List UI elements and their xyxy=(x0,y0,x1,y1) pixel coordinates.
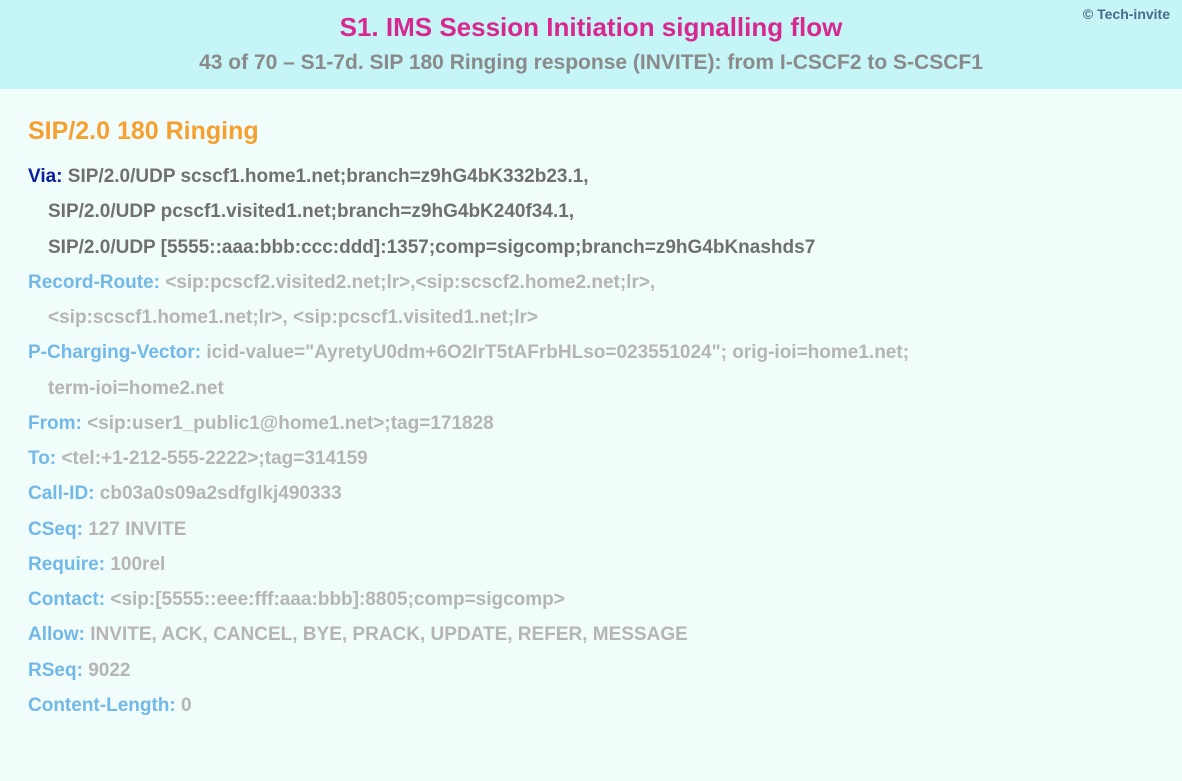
cseq-value: 127 INVITE xyxy=(88,519,186,540)
from-header: From: <sip:user1_public1@home1.net>;tag=… xyxy=(28,407,1154,440)
via-cont-2: SIP/2.0/UDP [5555::aaa:bbb:ccc:ddd]:1357… xyxy=(28,231,1154,264)
call-id-value: cb03a0s09a2sdfglkj490333 xyxy=(100,483,342,504)
rseq-value: 9022 xyxy=(88,660,130,681)
p-charging-vector-value-2: term-ioi=home2.net xyxy=(48,378,224,399)
require-header: Require: 100rel xyxy=(28,548,1154,581)
from-value: <sip:user1_public1@home1.net>;tag=171828 xyxy=(87,413,494,434)
allow-label: Allow: xyxy=(28,624,85,645)
allow-value: INVITE, ACK, CANCEL, BYE, PRACK, UPDATE,… xyxy=(90,624,688,645)
header-banner: S1. IMS Session Initiation signalling fl… xyxy=(0,0,1182,89)
record-route-header: Record-Route: <sip:pcscf2.visited2.net;l… xyxy=(28,266,1154,299)
record-route-value-2: <sip:scscf1.home1.net;lr>, <sip:pcscf1.v… xyxy=(48,307,538,328)
sip-message-content: SIP/2.0 180 Ringing Via: SIP/2.0/UDP scs… xyxy=(0,89,1182,744)
p-charging-vector-header: P-Charging-Vector: icid-value="AyretyU0d… xyxy=(28,336,1154,369)
contact-value: <sip:[5555::eee:fff:aaa:bbb]:8805;comp=s… xyxy=(110,589,565,610)
page-title: S1. IMS Session Initiation signalling fl… xyxy=(0,12,1182,43)
via-label: Via: xyxy=(28,166,63,187)
require-label: Require: xyxy=(28,554,105,575)
call-id-label: Call-ID: xyxy=(28,483,95,504)
page-subtitle: 43 of 70 – S1-7d. SIP 180 Ringing respon… xyxy=(0,51,1182,75)
p-charging-vector-cont: term-ioi=home2.net xyxy=(28,372,1154,405)
record-route-value-1: <sip:pcscf2.visited2.net;lr>,<sip:scscf2… xyxy=(165,272,655,293)
content-length-label: Content-Length: xyxy=(28,695,176,716)
allow-header: Allow: INVITE, ACK, CANCEL, BYE, PRACK, … xyxy=(28,618,1154,651)
to-label: To: xyxy=(28,448,56,469)
rseq-label: RSeq: xyxy=(28,660,83,681)
copyright-label: © Tech-invite xyxy=(1083,6,1170,22)
record-route-label: Record-Route: xyxy=(28,272,160,293)
contact-header: Contact: <sip:[5555::eee:fff:aaa:bbb]:88… xyxy=(28,583,1154,616)
rseq-header: RSeq: 9022 xyxy=(28,654,1154,687)
p-charging-vector-label: P-Charging-Vector: xyxy=(28,342,201,363)
via-value-3: SIP/2.0/UDP [5555::aaa:bbb:ccc:ddd]:1357… xyxy=(48,237,815,258)
require-value: 100rel xyxy=(110,554,165,575)
content-length-value: 0 xyxy=(181,695,192,716)
via-cont-1: SIP/2.0/UDP pcscf1.visited1.net;branch=z… xyxy=(28,195,1154,228)
via-value-2: SIP/2.0/UDP pcscf1.visited1.net;branch=z… xyxy=(48,201,574,222)
contact-label: Contact: xyxy=(28,589,105,610)
from-label: From: xyxy=(28,413,82,434)
via-value-1: SIP/2.0/UDP scscf1.home1.net;branch=z9hG… xyxy=(68,166,589,187)
cseq-header: CSeq: 127 INVITE xyxy=(28,513,1154,546)
p-charging-vector-value-1: icid-value="AyretyU0dm+6O2IrT5tAFrbHLso=… xyxy=(206,342,909,363)
record-route-cont: <sip:scscf1.home1.net;lr>, <sip:pcscf1.v… xyxy=(28,301,1154,334)
content-length-header: Content-Length: 0 xyxy=(28,689,1154,722)
cseq-label: CSeq: xyxy=(28,519,83,540)
call-id-header: Call-ID: cb03a0s09a2sdfglkj490333 xyxy=(28,477,1154,510)
to-header: To: <tel:+1-212-555-2222>;tag=314159 xyxy=(28,442,1154,475)
sip-status-line: SIP/2.0 180 Ringing xyxy=(28,117,1154,146)
to-value: <tel:+1-212-555-2222>;tag=314159 xyxy=(61,448,367,469)
via-header: Via: SIP/2.0/UDP scscf1.home1.net;branch… xyxy=(28,160,1154,193)
